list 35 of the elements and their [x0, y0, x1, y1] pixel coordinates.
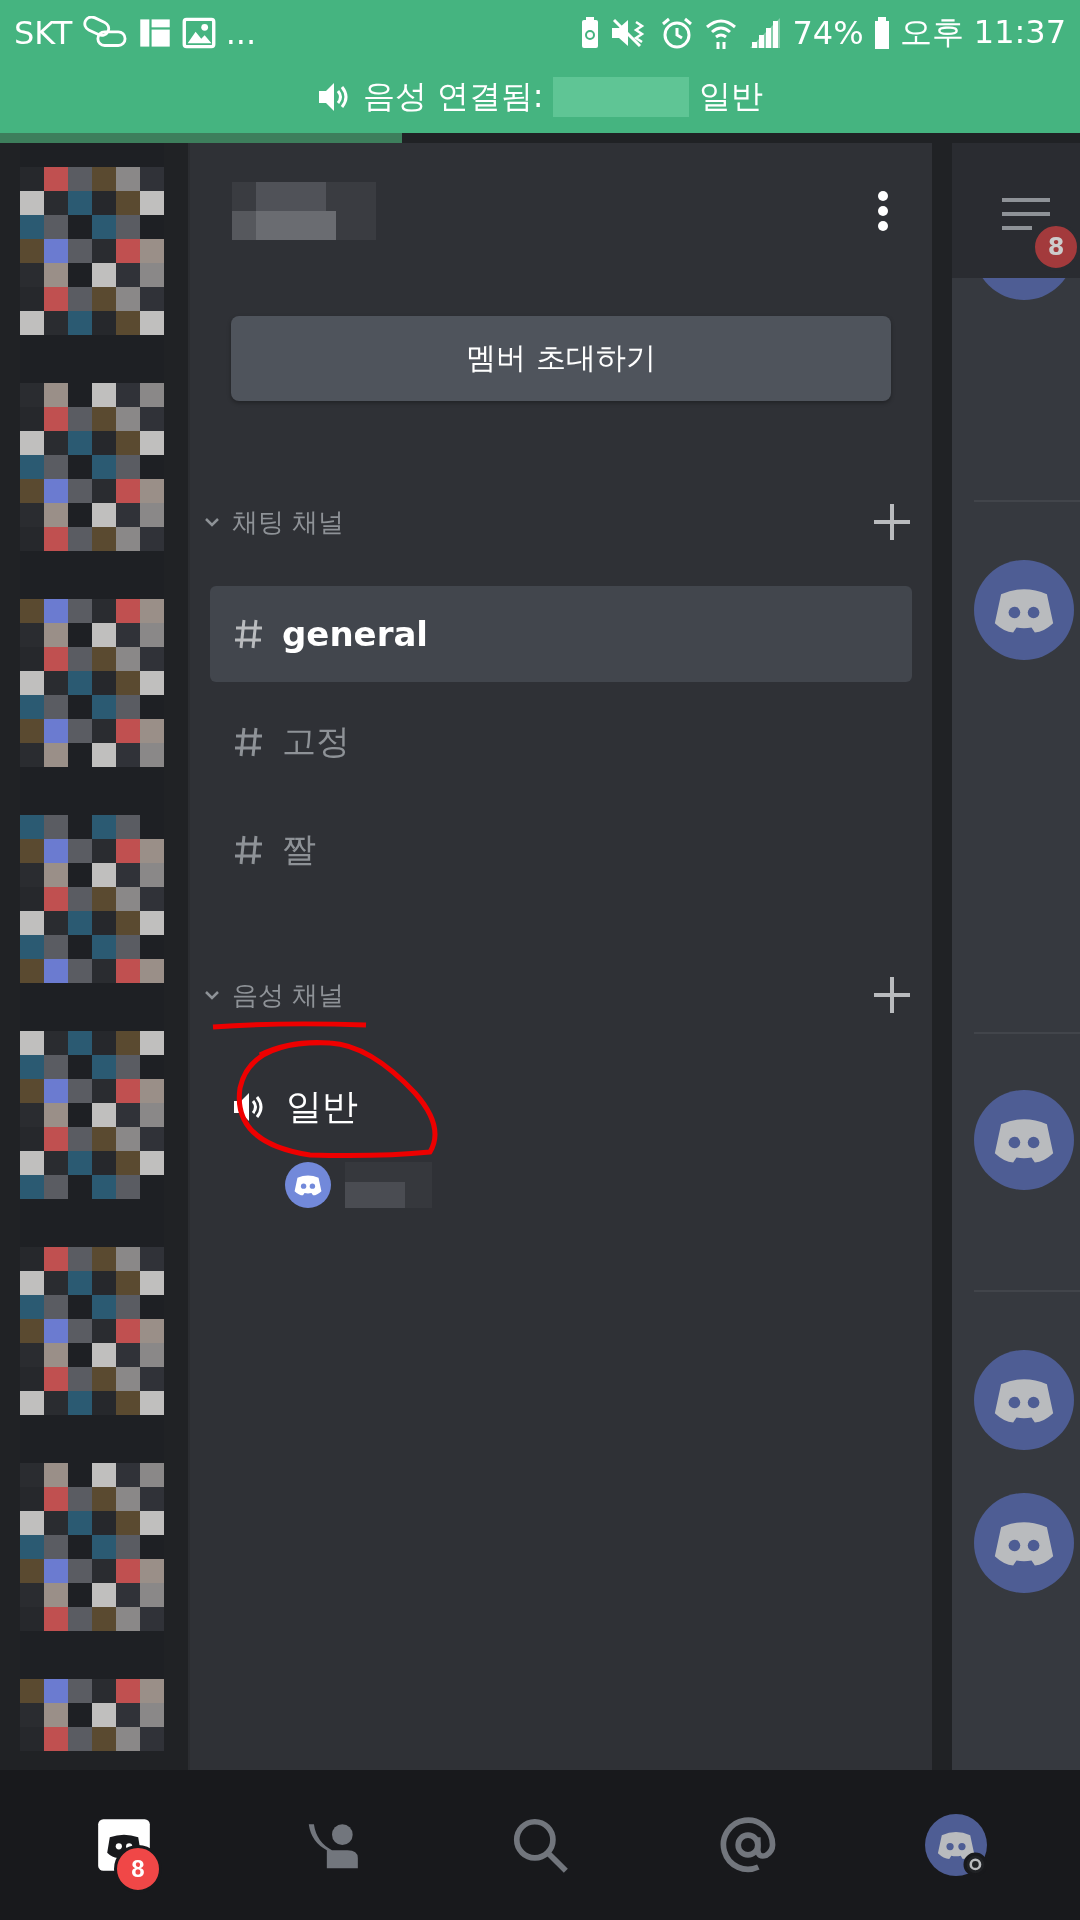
user-avatar[interactable] — [285, 1162, 331, 1208]
signal-icon — [748, 16, 783, 50]
battery-percent: 74% — [792, 14, 864, 52]
channel-item[interactable]: 고정 — [210, 694, 912, 790]
channel-item[interactable]: 짤 — [210, 802, 912, 898]
more-notifications: ... — [225, 14, 257, 52]
profile-avatar-icon — [925, 1814, 987, 1876]
notification-badge: 8 — [114, 1845, 162, 1893]
clock: 오후 11:37 — [899, 12, 1066, 53]
alarm-icon — [660, 16, 695, 50]
hash-icon — [234, 726, 264, 758]
notification-badge: 8 — [1032, 223, 1080, 271]
carrier-name: SKT — [14, 14, 73, 52]
member-list-icon[interactable] — [1002, 197, 1050, 231]
channel-item[interactable]: general — [210, 586, 912, 682]
add-icon[interactable] — [872, 975, 912, 1015]
pills-icon — [82, 16, 128, 50]
user-avatar[interactable] — [974, 560, 1074, 660]
battery-icon — [873, 16, 890, 50]
category-name[interactable]: 음성 채널 — [232, 977, 872, 1013]
add-icon[interactable] — [872, 502, 912, 542]
category-name[interactable]: 채팅 채널 — [232, 504, 872, 540]
more-options-icon[interactable] — [876, 189, 890, 232]
voice-connected-label: 음성 연결됨: — [362, 75, 544, 117]
image-icon — [181, 16, 216, 50]
channel-item[interactable]: 일반 — [210, 1059, 912, 1155]
hash-icon — [234, 834, 264, 866]
hash-icon — [234, 618, 264, 650]
voice-channel-name: 일반 — [699, 75, 764, 117]
battery-saver-icon — [580, 16, 601, 50]
user-avatar[interactable] — [974, 1493, 1074, 1593]
user-avatar[interactable] — [974, 1350, 1074, 1450]
grid-icon — [137, 16, 172, 50]
user-avatar[interactable] — [974, 1090, 1074, 1190]
invite-members-button[interactable]: 멤버 초대하기 — [231, 316, 891, 401]
